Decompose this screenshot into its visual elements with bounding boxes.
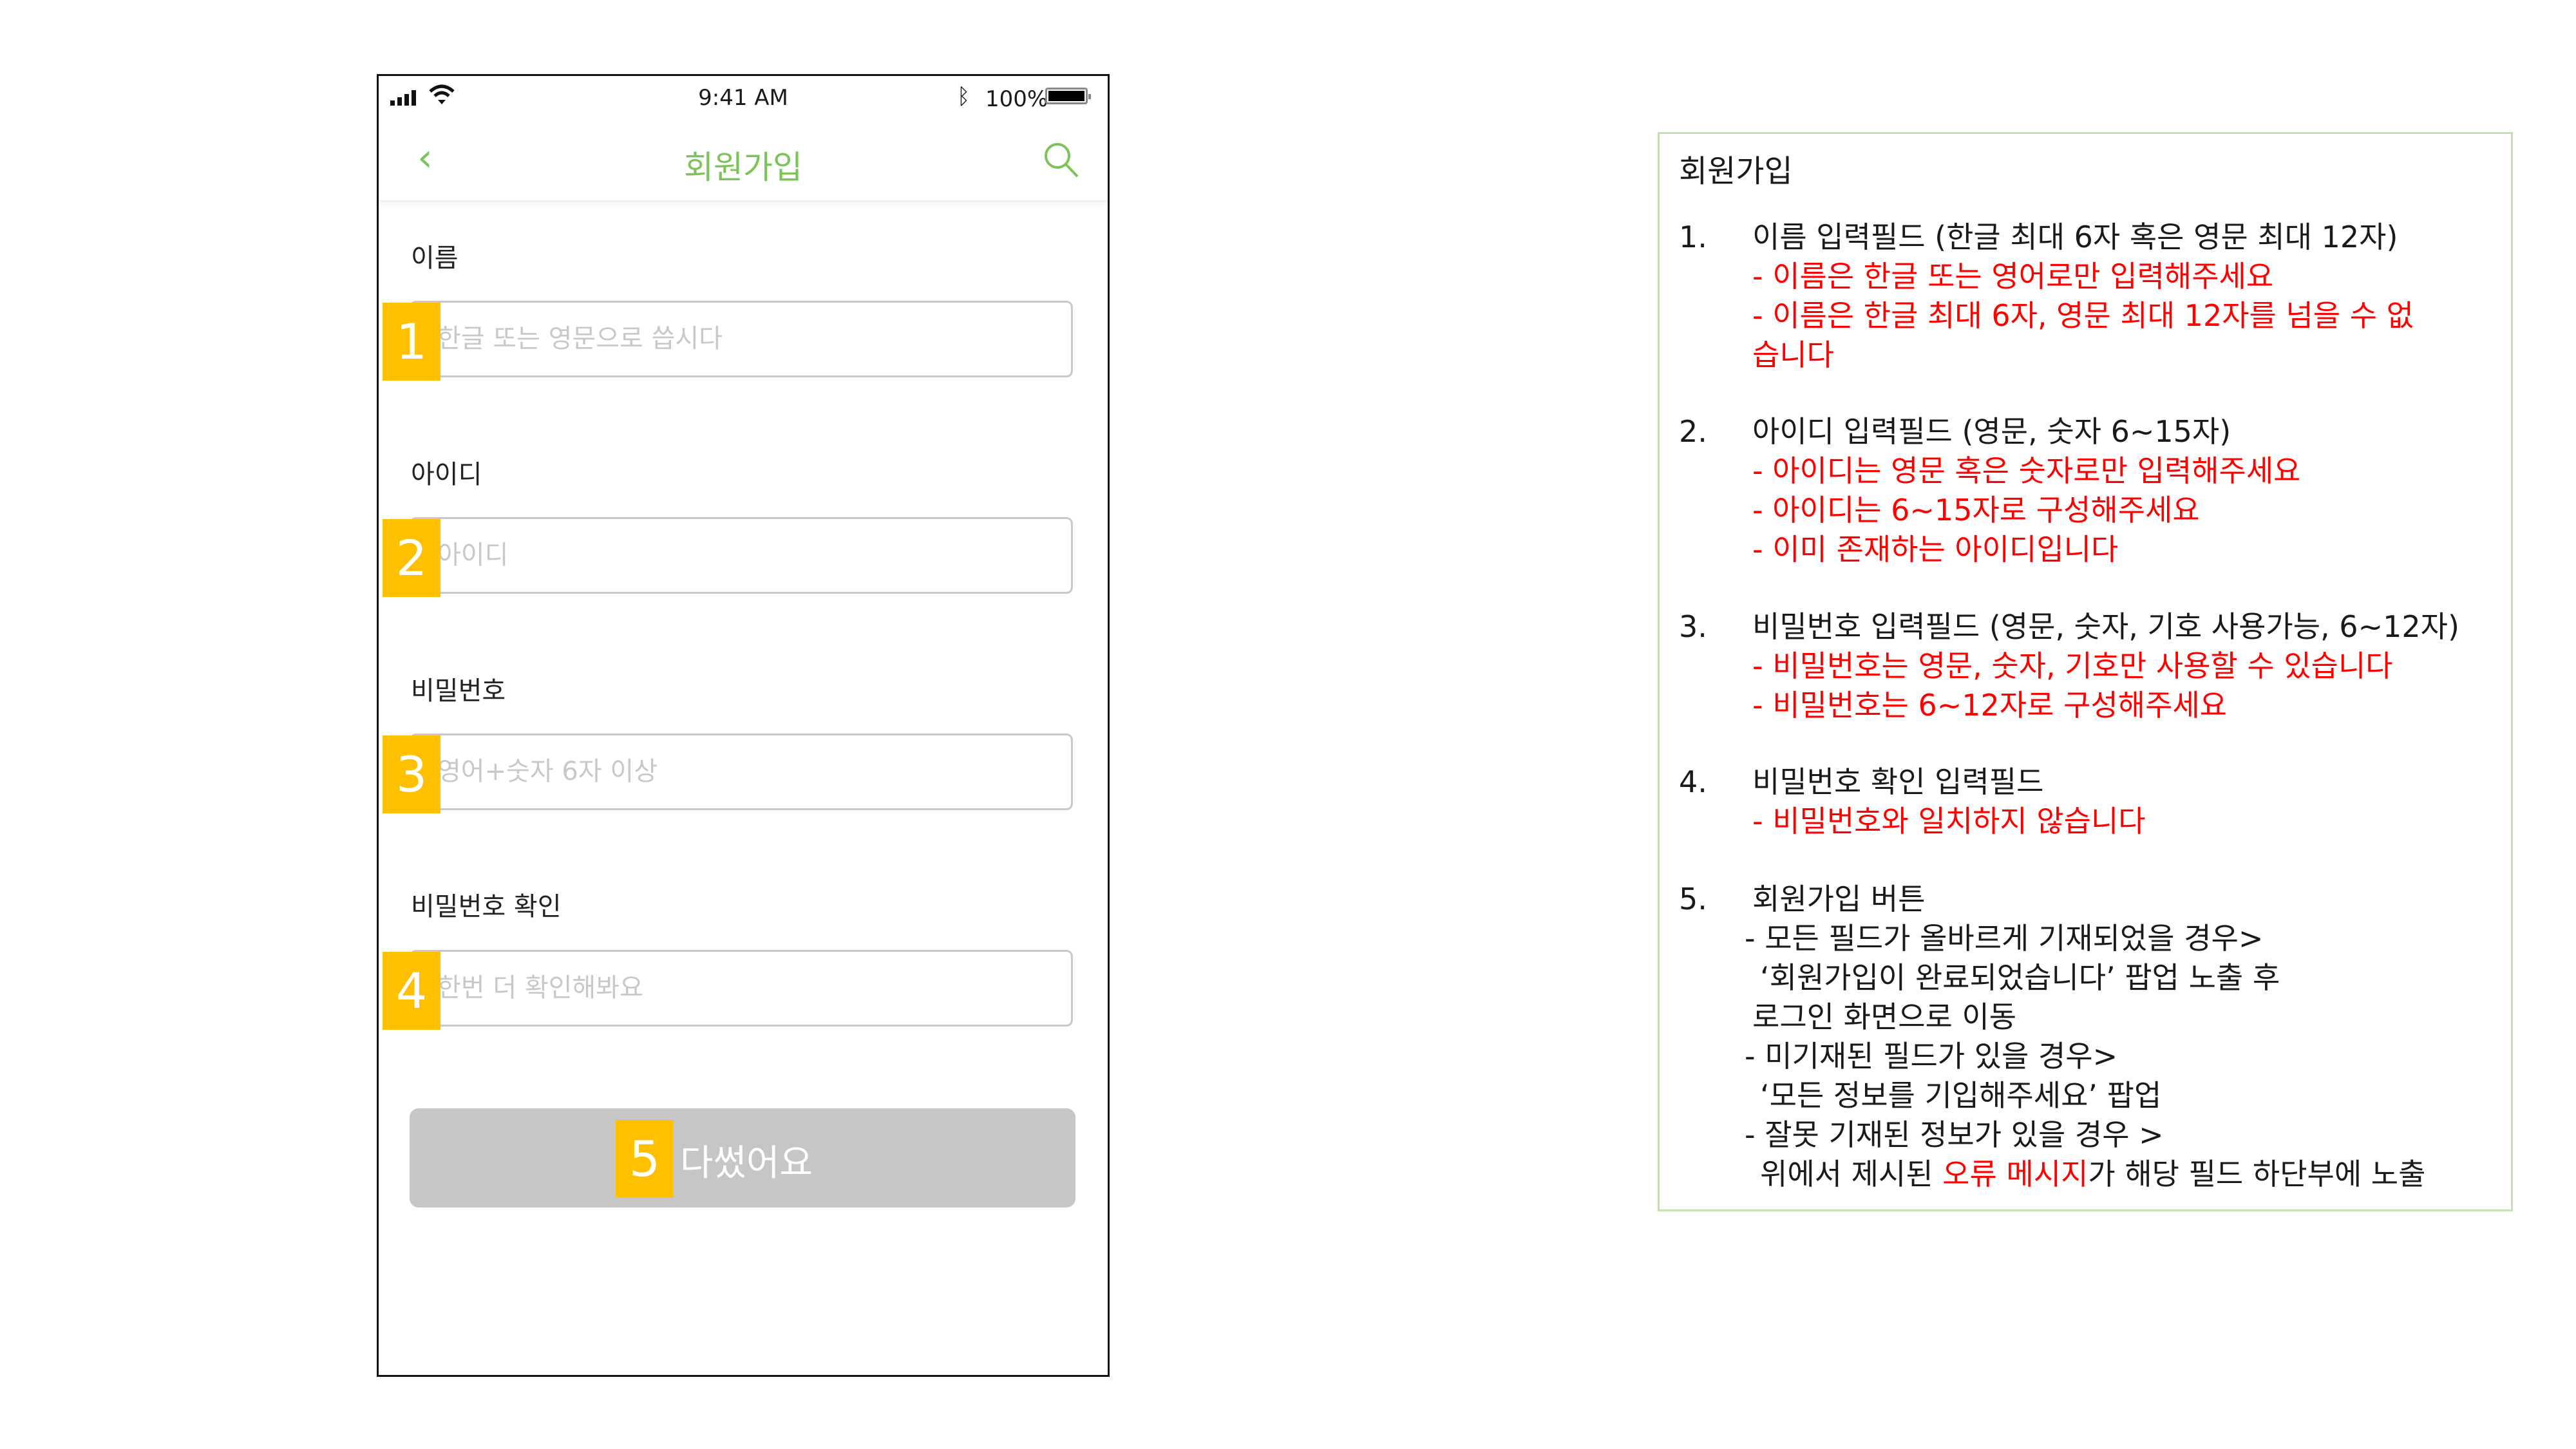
annotation-badge: 2 [383, 519, 440, 597]
error-message: - 이름은 한글 최대 6자, 영문 최대 12자를 넘을 수 없습니다 [1752, 298, 2414, 372]
item-number: 1. [1679, 220, 1707, 254]
item-heading: 비밀번호 확인 입력필드 [1752, 764, 2044, 799]
error-message-highlight: 오류 메시지 [1942, 1157, 2088, 1191]
spec-title: 회원가입 [1679, 153, 1793, 189]
item-number: 5. [1679, 882, 1707, 916]
status-bar: 9:41 AM ᛒ 100% [379, 76, 1108, 121]
error-message: - 비밀번호와 일치하지 않습니다 [1752, 804, 2146, 838]
spec-panel: 회원가입 1. 이름 입력필드 (한글 최대 6자 혹은 영문 최대 12자) … [1658, 132, 2513, 1211]
password-confirm-placeholder: 한번 더 확인해봐요 [437, 973, 643, 1003]
nav-bar: ‹ 회원가입 [379, 121, 1108, 202]
page-title: 회원가입 [684, 149, 802, 186]
item-heading: 아이디 입력필드 (영문, 숫자 6~15자) [1752, 414, 2231, 449]
error-message: - 비밀번호는 6~12자로 구성해주세요 [1752, 688, 2227, 723]
search-icon[interactable] [1042, 140, 1081, 179]
id-label: 아이디 [411, 460, 482, 489]
spec-line: 위에서 제시된 오류 메시지가 해당 필드 하단부에 노출 [1760, 1155, 2479, 1194]
spec-line-text: 가 해당 필드 하단부에 노출 [2088, 1157, 2426, 1191]
item-heading: 이름 입력필드 (한글 최대 6자 혹은 영문 최대 12자) [1752, 220, 2398, 254]
spec-line: 로그인 화면으로 이동 [1752, 999, 2017, 1034]
bluetooth-icon: ᛒ [957, 84, 971, 109]
password-confirm-label: 비밀번호 확인 [411, 892, 562, 922]
spec-line: - 잘못 기재된 정보가 있을 경우 > [1745, 1117, 2164, 1152]
password-confirm-input[interactable]: 4 한번 더 확인해봐요 [383, 950, 1073, 1030]
name-placeholder: 한글 또는 영문으로 씁시다 [437, 324, 723, 354]
password-placeholder: 영어+숫자 6자 이상 [437, 757, 658, 786]
item-number: 2. [1679, 414, 1707, 449]
item-heading: 비밀번호 입력필드 (영문, 숫자, 기호 사용가능, 6~12자) [1752, 609, 2459, 644]
item-number: 4. [1679, 764, 1707, 799]
battery-percent: 100% [985, 86, 1048, 112]
error-message: - 아이디는 영문 혹은 숫자로만 입력해주세요 [1752, 453, 2301, 488]
name-label: 이름 [411, 243, 459, 273]
annotation-badge: 3 [383, 735, 440, 813]
password-label: 비밀번호 [411, 676, 506, 706]
spec-line: ‘모든 정보를 기입해주세요’ 팝업 [1760, 1078, 2162, 1113]
error-message: - 비밀번호는 영문, 숫자, 기호만 사용할 수 있습니다 [1752, 649, 2393, 683]
item-heading: 회원가입 버튼 [1752, 882, 1926, 916]
annotation-badge: 5 [616, 1120, 674, 1198]
spec-line: ‘회원가입이 완료되었습니다’ 팝업 노출 후 [1760, 960, 2280, 995]
error-message: - 이름은 한글 또는 영어로만 입력해주세요 [1752, 259, 2274, 294]
annotation-badge: 1 [383, 303, 440, 381]
name-input[interactable]: 1 한글 또는 영문으로 씁시다 [383, 301, 1073, 381]
spec-line-text: 위에서 제시된 [1760, 1157, 1943, 1191]
error-message: - 아이디는 6~15자로 구성해주세요 [1752, 493, 2200, 527]
annotation-badge: 4 [383, 952, 440, 1030]
battery-icon [1045, 88, 1091, 104]
submit-label: 다썼어요 [680, 1142, 813, 1184]
spec-line: - 미기재된 필드가 있을 경우> [1745, 1039, 2118, 1074]
phone-mockup: 9:41 AM ᛒ 100% ‹ 회원가입 이름 1 한글 또는 영문으로 씁시… [377, 74, 1110, 1377]
submit-button[interactable]: 5 다썼어요 [410, 1108, 1075, 1208]
item-number: 3. [1679, 609, 1707, 644]
password-input[interactable]: 3 영어+숫자 6자 이상 [383, 734, 1073, 813]
spec-line: - 모든 필드가 올바르게 기재되었을 경우> [1745, 921, 2264, 956]
id-placeholder: 아이디 [437, 540, 509, 570]
id-input[interactable]: 2 아이디 [383, 517, 1073, 597]
error-message: - 이미 존재하는 아이디입니다 [1752, 532, 2119, 567]
